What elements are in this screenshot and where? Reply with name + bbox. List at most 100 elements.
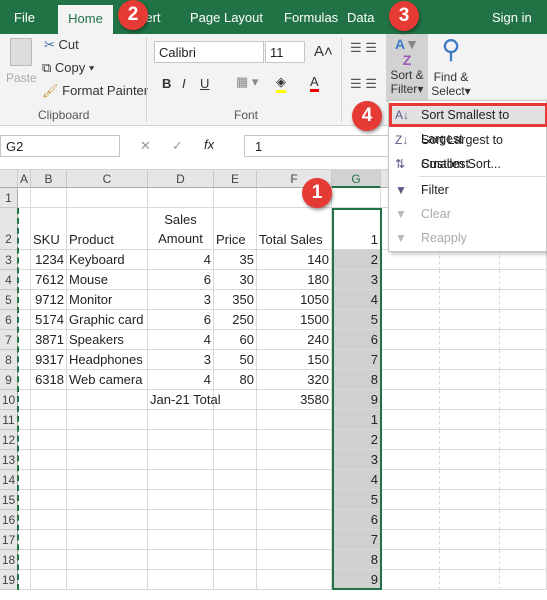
align-left-icon[interactable]: ☰ ☰ — [350, 76, 377, 92]
cell[interactable] — [381, 570, 440, 590]
cell-E19[interactable] — [214, 570, 257, 590]
cut-button[interactable]: ✂ Cut — [44, 37, 79, 53]
sign-in-link[interactable]: Sign in — [492, 10, 532, 25]
cell[interactable] — [440, 570, 500, 590]
cell[interactable] — [381, 270, 440, 290]
insert-function-button[interactable]: fx — [204, 137, 214, 152]
cell-F14[interactable] — [257, 470, 332, 490]
cell[interactable] — [381, 470, 440, 490]
column-header-b[interactable]: B — [31, 170, 67, 188]
cell[interactable] — [381, 350, 440, 370]
cell-F3[interactable]: 140 — [257, 250, 332, 270]
row-header-18[interactable]: 18 — [0, 550, 18, 570]
cell[interactable] — [500, 390, 547, 410]
cell[interactable] — [440, 250, 500, 270]
column-header-a[interactable]: A — [18, 170, 31, 188]
cell-F5[interactable]: 1050 — [257, 290, 332, 310]
tab-file[interactable]: File — [14, 10, 35, 25]
cell-E6[interactable]: 250 — [214, 310, 257, 330]
cell-D5[interactable]: 3 — [148, 290, 214, 310]
cell[interactable] — [500, 270, 547, 290]
row-header-16[interactable]: 16 — [0, 510, 18, 530]
cell-D10[interactable]: Jan-21 Total — [148, 390, 221, 410]
cell[interactable] — [381, 330, 440, 350]
row-header-3[interactable]: 3 — [0, 250, 18, 270]
cell[interactable] — [500, 570, 547, 590]
font-size-select[interactable]: 11 — [265, 41, 305, 63]
cell-D8[interactable]: 3 — [148, 350, 214, 370]
cell-E3[interactable]: 35 — [214, 250, 257, 270]
row-header-15[interactable]: 15 — [0, 490, 18, 510]
cell-F17[interactable] — [257, 530, 332, 550]
cell-F9[interactable]: 320 — [257, 370, 332, 390]
cell-D12[interactable] — [148, 430, 214, 450]
menu-item-custom-sort[interactable]: ⇅ Custom Sort... — [389, 152, 547, 176]
row-header-7[interactable]: 7 — [0, 330, 18, 350]
underline-button[interactable]: U — [200, 76, 209, 91]
format-painter-button[interactable]: 🖌 Format Painter — [42, 83, 148, 99]
row-header-17[interactable]: 17 — [0, 530, 18, 550]
cell-C16[interactable] — [67, 510, 148, 530]
cell-E17[interactable] — [214, 530, 257, 550]
cell[interactable] — [440, 470, 500, 490]
cell[interactable] — [500, 430, 547, 450]
cell-B7[interactable]: 3871 — [31, 330, 67, 350]
paste-button[interactable]: Paste — [6, 38, 37, 100]
cell[interactable] — [500, 370, 547, 390]
cell-F8[interactable]: 150 — [257, 350, 332, 370]
cell-F10[interactable]: 3580 — [257, 390, 332, 410]
cell-E7[interactable]: 60 — [214, 330, 257, 350]
cell[interactable] — [381, 430, 440, 450]
row-header-4[interactable]: 4 — [0, 270, 18, 290]
italic-button[interactable]: I — [182, 76, 186, 91]
tab-home[interactable]: Home — [58, 5, 113, 34]
cell-C10[interactable] — [67, 390, 148, 410]
cell-F19[interactable] — [257, 570, 332, 590]
cell-E14[interactable] — [214, 470, 257, 490]
menu-item-sort-smallest-to-largest[interactable]: A↓ Sort Smallest to Largest — [389, 103, 547, 146]
cell-B14[interactable] — [31, 470, 67, 490]
cell[interactable] — [381, 410, 440, 430]
row-header-8[interactable]: 8 — [0, 350, 18, 370]
find-select-button[interactable]: ⚲ Find & Select▾ — [430, 34, 472, 98]
cell-B18[interactable] — [31, 550, 67, 570]
cell-F16[interactable] — [257, 510, 332, 530]
column-header-g[interactable]: G — [332, 170, 381, 188]
cell[interactable] — [440, 430, 500, 450]
cell-D17[interactable] — [148, 530, 214, 550]
cell[interactable] — [381, 530, 440, 550]
cell-D16[interactable] — [148, 510, 214, 530]
row-header-9[interactable]: 9 — [0, 370, 18, 390]
cell-E11[interactable] — [214, 410, 257, 430]
cell[interactable] — [381, 250, 440, 270]
column-header-d[interactable]: D — [148, 170, 214, 188]
cell-B3[interactable]: 1234 — [31, 250, 67, 270]
cell-C2[interactable]: Product — [67, 208, 148, 250]
font-color-icon[interactable]: A — [310, 74, 319, 92]
cell-B5[interactable]: 9712 — [31, 290, 67, 310]
menu-item-reapply[interactable]: ▼ Reapply — [389, 226, 547, 250]
cell-D9[interactable]: 4 — [148, 370, 214, 390]
row-header-2[interactable]: 2 — [0, 208, 18, 250]
cell-E18[interactable] — [214, 550, 257, 570]
cell-D2[interactable]: Sales Amount — [148, 208, 214, 250]
bold-button[interactable]: B — [162, 76, 171, 91]
cell[interactable] — [381, 550, 440, 570]
cell-B15[interactable] — [31, 490, 67, 510]
cell[interactable] — [440, 390, 500, 410]
cell-B11[interactable] — [31, 410, 67, 430]
cell-B16[interactable] — [31, 510, 67, 530]
cell-F2[interactable]: Total Sales — [257, 208, 332, 250]
cell[interactable] — [440, 310, 500, 330]
column-header-c[interactable]: C — [67, 170, 148, 188]
cell-D14[interactable] — [148, 470, 214, 490]
cell-B6[interactable]: 5174 — [31, 310, 67, 330]
cell[interactable] — [500, 550, 547, 570]
cell[interactable] — [500, 470, 547, 490]
cell-F15[interactable] — [257, 490, 332, 510]
menu-item-sort-largest-to-smallest[interactable]: Z↓ Sort Largest to Smallest — [389, 128, 547, 171]
menu-item-clear[interactable]: ▼ Clear — [389, 202, 547, 226]
cell[interactable] — [440, 530, 500, 550]
cell-D1[interactable] — [148, 188, 214, 208]
cell-E12[interactable] — [214, 430, 257, 450]
